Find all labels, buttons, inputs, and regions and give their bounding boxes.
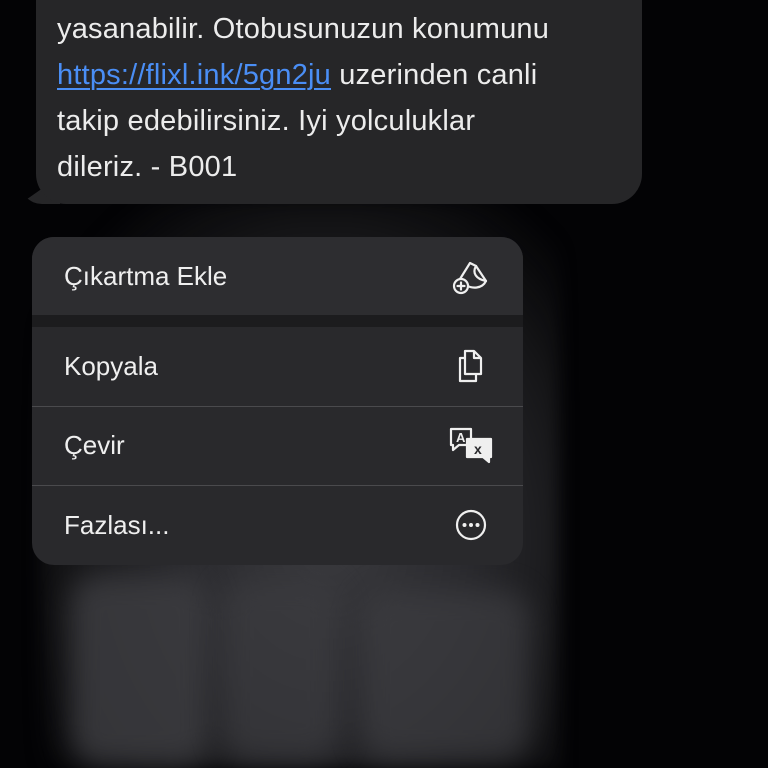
menu-item-copy[interactable]: Kopyala: [32, 327, 523, 405]
blurred-shape: [70, 575, 210, 765]
translate-icon: A x: [447, 421, 495, 469]
blurred-shape: [360, 590, 530, 760]
message-line: https://flixl.ink/5gn2ju uzerinden canli: [57, 52, 627, 98]
blurred-shape: [220, 580, 340, 760]
menu-item-more[interactable]: Fazlası...: [32, 485, 523, 565]
message-line: takip edebilirsiniz. Iyi yolculuklar: [57, 105, 476, 137]
message-text: yasanabilir. Otobusunuzun konumunu https…: [57, 6, 627, 190]
svg-text:A: A: [456, 430, 466, 445]
message-link[interactable]: https://flixl.ink/5gn2ju: [57, 59, 331, 91]
menu-item-translate[interactable]: Çevir A x: [32, 406, 523, 484]
menu-item-label: Kopyala: [64, 350, 158, 381]
menu-item-add-sticker[interactable]: Çıkartma Ekle: [32, 237, 523, 315]
sticker-add-icon: [447, 252, 495, 300]
message-line-rest: uzerinden canli: [339, 59, 538, 91]
menu-item-label: Çevir: [64, 429, 125, 460]
menu-item-label: Çıkartma Ekle: [64, 260, 228, 291]
menu-group-separator: [32, 315, 523, 327]
screen: yasanabilir. Otobusunuzun konumunu https…: [0, 0, 768, 768]
context-menu: Çıkartma Ekle Kopyala Çevir A x Fazlası.…: [32, 237, 523, 565]
message-line: dileriz. - B001: [57, 151, 238, 183]
svg-text:x: x: [474, 441, 482, 457]
message-line: yasanabilir. Otobusunuzun konumunu: [57, 13, 550, 45]
more-ellipsis-icon: [447, 501, 495, 549]
copy-icon: [447, 342, 495, 390]
menu-item-label: Fazlası...: [64, 509, 170, 540]
